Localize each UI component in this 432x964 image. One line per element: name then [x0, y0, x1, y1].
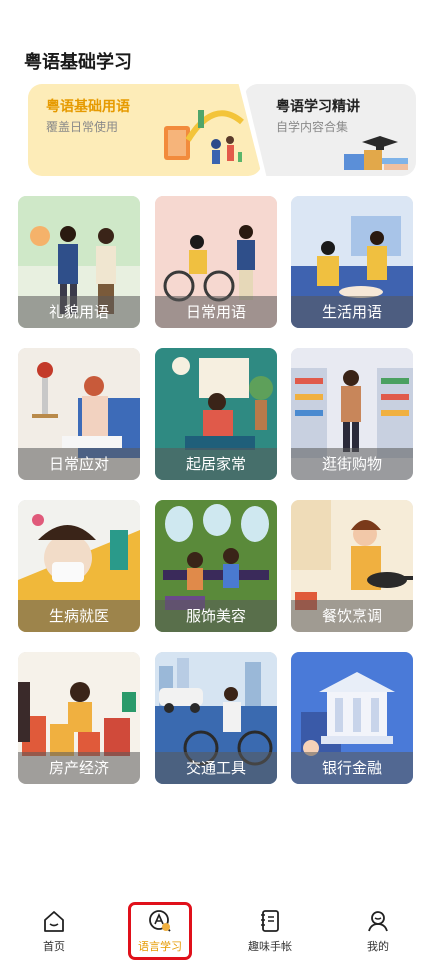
tab-label: 趣味手帐	[248, 940, 292, 953]
category-label: 日常用语	[155, 296, 277, 328]
category-card-banking[interactable]: 银行金融	[291, 652, 413, 784]
category-label: 服饰美容	[155, 600, 277, 632]
category-card-shopping[interactable]: 逛街购物	[291, 348, 413, 480]
study-illustration-icon	[164, 110, 244, 164]
tab-me[interactable]: 我的	[330, 908, 426, 964]
category-card-life-phrases[interactable]: 生活用语	[291, 196, 413, 328]
category-label: 银行金融	[291, 752, 413, 784]
banner-title: 粤语基础用语	[46, 99, 130, 115]
category-card-transport[interactable]: 交通工具	[155, 652, 277, 784]
category-card-daily-responses[interactable]: 日常应对	[18, 348, 140, 480]
banner-subtitle: 自学内容合集	[276, 120, 349, 134]
category-card-beauty[interactable]: 服饰美容	[155, 500, 277, 632]
home-icon	[44, 911, 64, 932]
bottom-tab-bar: 首页 语言学习 趣味手帐 我的	[0, 900, 432, 964]
category-label: 房产经济	[18, 752, 140, 784]
category-card-daily-phrases[interactable]: 日常用语	[155, 196, 277, 328]
profile-icon	[368, 911, 388, 932]
category-card-home-life[interactable]: 起居家常	[155, 348, 277, 480]
tab-notebook[interactable]: 趣味手帐	[222, 908, 318, 964]
banner-study-lectures[interactable]: 粤语学习精讲 自学内容合集	[244, 84, 416, 176]
category-card-real-estate[interactable]: 房产经济	[18, 652, 140, 784]
selection-highlight-box	[128, 902, 192, 960]
category-card-cooking[interactable]: 餐饮烹调	[291, 500, 413, 632]
tab-home[interactable]: 首页	[6, 908, 102, 964]
page-title: 粤语基础学习	[24, 52, 132, 73]
category-label: 交通工具	[155, 752, 277, 784]
category-card-medical[interactable]: 生病就医	[18, 500, 140, 632]
books-graduation-cap-icon	[344, 136, 408, 170]
banner-subtitle: 覆盖日常使用	[46, 120, 119, 134]
category-card-politeness[interactable]: 礼貌用语	[18, 196, 140, 328]
category-label: 逛街购物	[291, 448, 413, 480]
category-label: 起居家常	[155, 448, 277, 480]
tab-label: 我的	[367, 940, 389, 953]
category-label: 餐饮烹调	[291, 600, 413, 632]
notebook-icon	[261, 910, 279, 932]
category-label: 礼貌用语	[18, 296, 140, 328]
category-label: 生活用语	[291, 296, 413, 328]
banner-title: 粤语学习精讲	[276, 99, 360, 115]
category-label: 日常应对	[18, 448, 140, 480]
category-label: 生病就医	[18, 600, 140, 632]
tab-label: 首页	[43, 940, 65, 953]
banner-basic-phrases[interactable]: 粤语基础用语 覆盖日常使用	[28, 84, 262, 176]
